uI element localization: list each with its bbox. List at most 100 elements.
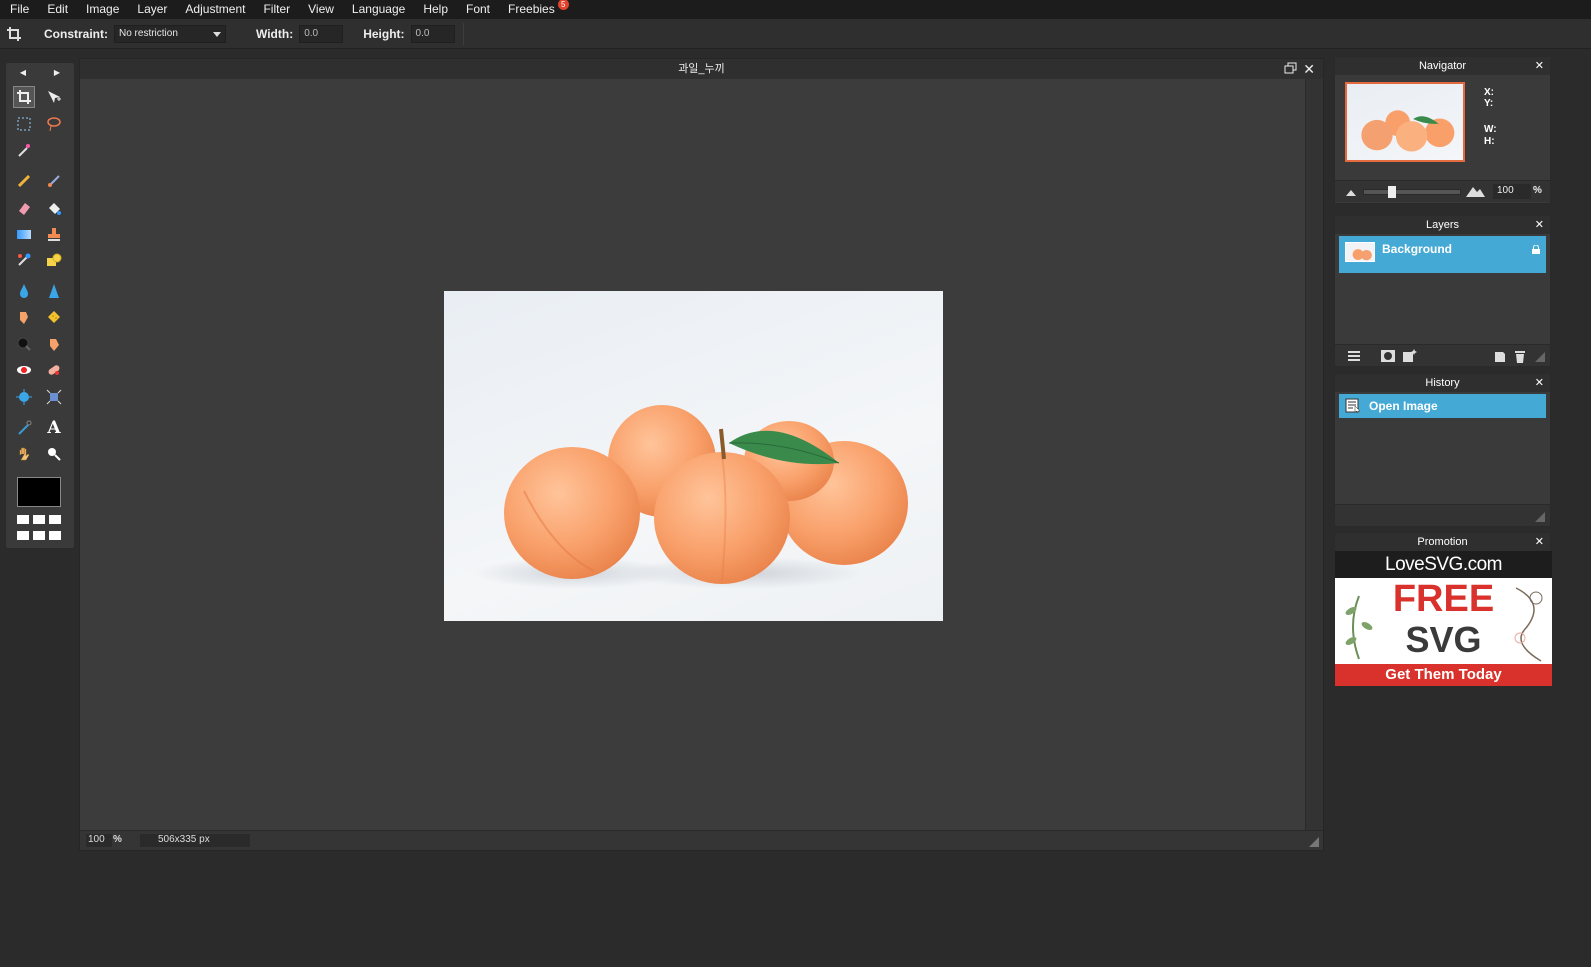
smudge-tool[interactable] <box>13 306 35 328</box>
trash-icon[interactable] <box>1513 349 1527 363</box>
red-eye-tool[interactable] <box>13 359 35 381</box>
layers-footer <box>1335 344 1550 366</box>
menu-help[interactable]: Help <box>414 0 457 19</box>
height-input[interactable]: 0.0 <box>410 24 455 43</box>
layer-mask-icon[interactable] <box>1381 349 1395 363</box>
menu-file[interactable]: File <box>0 0 38 19</box>
new-layer-icon[interactable] <box>1493 349 1507 363</box>
magic-wand-tool[interactable] <box>13 139 35 161</box>
resize-grip-icon[interactable] <box>1535 352 1545 362</box>
palette-toggle[interactable] <box>17 515 63 543</box>
drawing-shapes-tool[interactable] <box>43 249 65 271</box>
image-canvas[interactable] <box>444 291 943 621</box>
close-icon[interactable]: ✕ <box>1535 216 1544 234</box>
color-picker-icon <box>18 420 32 435</box>
hand-icon <box>19 447 30 461</box>
clone-stamp-tool[interactable] <box>43 223 65 245</box>
zoom-input[interactable]: 100 <box>86 834 112 847</box>
layer-settings-icon[interactable] <box>1347 349 1361 363</box>
resize-grip-icon[interactable] <box>1309 837 1319 847</box>
menu-view[interactable]: View <box>299 0 343 19</box>
color-replace-tool[interactable] <box>13 249 35 271</box>
layer-row[interactable]: Background <box>1339 236 1546 273</box>
zoom-in-icon[interactable] <box>1465 184 1485 198</box>
nav-y-label: Y: <box>1484 98 1494 109</box>
move-icon <box>48 91 61 103</box>
paint-bucket-tool[interactable] <box>43 197 65 219</box>
layer-styles-icon[interactable] <box>1403 349 1417 363</box>
restore-window-icon[interactable] <box>1284 62 1297 75</box>
resize-grip-icon[interactable] <box>1535 512 1545 522</box>
chevron-right-icon[interactable]: ▶ <box>54 68 60 77</box>
move-tool[interactable] <box>43 86 65 108</box>
menu-edit[interactable]: Edit <box>38 0 77 19</box>
marquee-tool[interactable] <box>13 113 35 135</box>
close-icon[interactable]: ✕ <box>1535 57 1544 75</box>
foreground-color-swatch[interactable] <box>17 477 61 507</box>
zoom-out-icon[interactable] <box>1345 187 1357 197</box>
pencil-tool[interactable] <box>13 170 35 192</box>
promotion-title-bar[interactable]: Promotion ✕ <box>1335 533 1550 551</box>
close-icon[interactable]: ✕ <box>1535 374 1544 392</box>
spot-heal-tool[interactable] <box>43 359 65 381</box>
constraint-label: Constraint: <box>44 26 108 41</box>
eraser-tool[interactable] <box>13 197 35 219</box>
brush-tool[interactable] <box>43 170 65 192</box>
close-icon[interactable]: ✕ <box>1535 533 1544 551</box>
blur-tool[interactable] <box>13 280 35 302</box>
menu-freebies[interactable]: Freebies 5 <box>499 0 569 19</box>
magic-wand-icon <box>18 144 30 157</box>
constraint-select[interactable]: No restriction <box>114 24 226 43</box>
menu-language[interactable]: Language <box>343 0 414 19</box>
history-panel: History ✕ Open Image <box>1334 373 1551 527</box>
eraser-icon <box>19 203 30 215</box>
close-icon[interactable]: ✕ <box>1303 60 1315 78</box>
crop-tool[interactable] <box>13 86 35 108</box>
menu-adjustment[interactable]: Adjustment <box>176 0 254 19</box>
zoom-tool[interactable] <box>43 443 65 465</box>
width-input[interactable]: 0.0 <box>299 24 344 43</box>
bloat-tool[interactable] <box>13 386 35 408</box>
burn-icon <box>50 339 59 351</box>
document-titlebar[interactable]: 과일_누끼 ✕ <box>80 59 1323 79</box>
hand-tool[interactable] <box>13 443 35 465</box>
navigator-zoom-input[interactable]: 100 <box>1493 184 1531 199</box>
menu-image[interactable]: Image <box>77 0 128 19</box>
pinch-icon <box>46 389 62 405</box>
vertical-scrollbar[interactable] <box>1305 79 1323 832</box>
canvas-area[interactable] <box>80 79 1306 832</box>
chevron-down-icon <box>213 31 221 37</box>
sponge-tool[interactable] <box>43 306 65 328</box>
sharpen-tool[interactable] <box>43 280 65 302</box>
dodge-tool[interactable] <box>13 333 35 355</box>
layers-title-bar[interactable]: Layers ✕ <box>1335 216 1550 234</box>
palette-cell <box>49 515 61 524</box>
promotion-banner[interactable]: LoveSVG.com FREE SVG Get Them Today <box>1335 551 1552 686</box>
zoom-slider-handle[interactable] <box>1388 186 1396 198</box>
menu-filter[interactable]: Filter <box>254 0 299 19</box>
lock-icon <box>1532 245 1540 254</box>
promo-cta-button[interactable]: Get Them Today <box>1335 664 1552 686</box>
nav-h-label: H: <box>1484 136 1495 147</box>
chevron-left-icon[interactable]: ◀ <box>20 68 26 77</box>
crop-icon <box>0 19 28 49</box>
layer-name: Background <box>1382 242 1453 256</box>
menu-layer[interactable]: Layer <box>128 0 176 19</box>
history-item[interactable]: Open Image <box>1339 394 1546 418</box>
history-title-bar[interactable]: History ✕ <box>1335 374 1550 392</box>
zoom-slider[interactable] <box>1363 186 1461 198</box>
navigator-title-bar[interactable]: Navigator ✕ <box>1335 57 1550 75</box>
navigator-thumbnail[interactable] <box>1345 82 1465 162</box>
divider <box>462 22 464 45</box>
menu-font[interactable]: Font <box>457 0 499 19</box>
pinch-tool[interactable] <box>43 386 65 408</box>
navigator-thumbnail-image <box>1361 110 1455 152</box>
sharpen-icon <box>49 284 59 298</box>
lasso-tool[interactable] <box>43 113 65 135</box>
color-picker-tool[interactable] <box>13 417 35 439</box>
gradient-tool[interactable] <box>13 223 35 245</box>
type-tool[interactable]: A <box>43 417 65 439</box>
color-replace-icon <box>18 253 31 266</box>
burn-tool[interactable] <box>43 333 65 355</box>
bloat-icon <box>16 389 32 405</box>
